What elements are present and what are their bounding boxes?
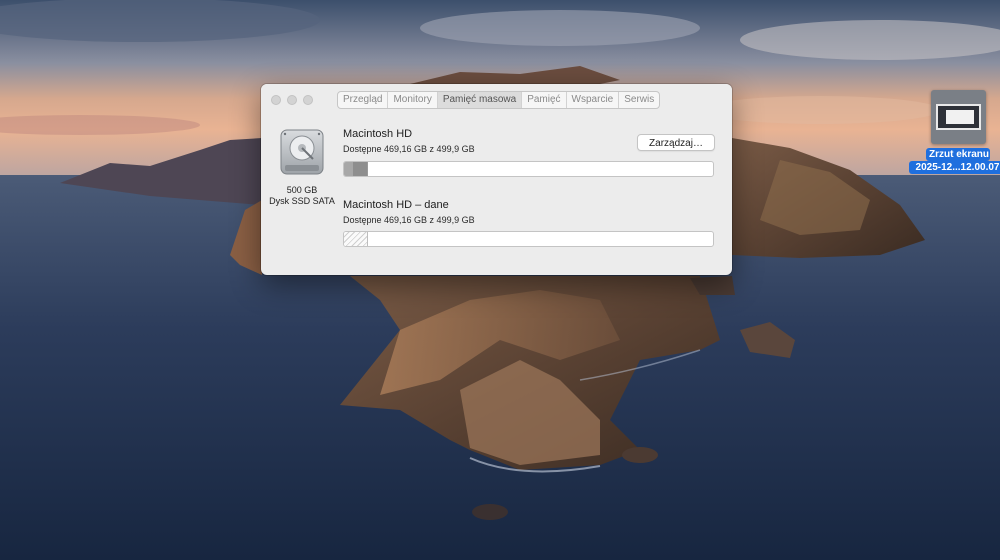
file-name-line1[interactable]: Zrzut ekranu [926,148,990,161]
tab-bar: Przegląd Monitory Pamięć masowa Pamięć W… [337,91,661,109]
minimize-window-button[interactable] [287,95,297,105]
tab-overview[interactable]: Przegląd [338,92,387,108]
storage-usage-bar [343,231,714,247]
file-name-line2[interactable]: 2025-12...12.00.07 [909,161,1000,174]
volume-name: Macintosh HD – dane [343,199,449,211]
storage-usage-bar [343,161,714,177]
tab-service[interactable]: Serwis [618,92,659,108]
tab-storage[interactable]: Pamięć masowa [436,92,522,108]
window-titlebar[interactable]: Przegląd Monitory Pamięć masowa Pamięć W… [261,84,732,114]
storage-usage-fill [344,162,368,176]
tab-displays[interactable]: Monitory [387,92,436,108]
volume-available: Dostępne 469,16 GB z 499,9 GB [343,215,475,225]
volume-available: Dostępne 469,16 GB z 499,9 GB [343,144,475,154]
screenshot-file-icon[interactable] [931,90,986,144]
volume-name: Macintosh HD [343,128,413,140]
zoom-window-button[interactable] [303,95,313,105]
disk-capacity-label: 500 GB [286,185,318,195]
manage-button[interactable]: Zarządzaj… [637,134,715,151]
tab-support[interactable]: Wsparcie [565,92,619,108]
storage-usage-fill [344,232,368,246]
screenshot-thumbnail [936,104,981,130]
hard-drive-icon [279,129,325,175]
close-window-button[interactable] [271,95,281,105]
tab-memory[interactable]: Pamięć [521,92,565,108]
disk-type-label: Dysk SSD SATA [269,196,335,206]
about-this-mac-window: Przegląd Monitory Pamięć masowa Pamięć W… [261,84,732,275]
